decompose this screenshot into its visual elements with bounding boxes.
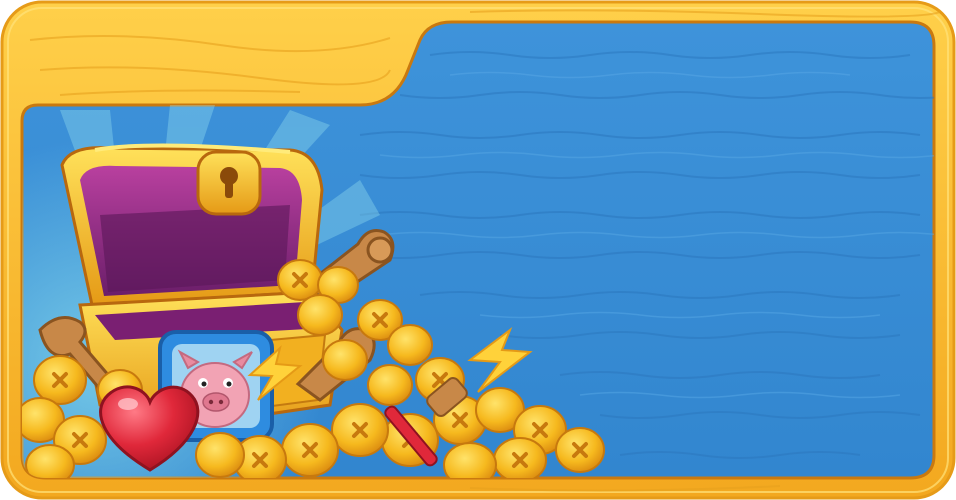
reward-panel bbox=[0, 0, 956, 500]
reward-panel-art bbox=[0, 0, 956, 500]
